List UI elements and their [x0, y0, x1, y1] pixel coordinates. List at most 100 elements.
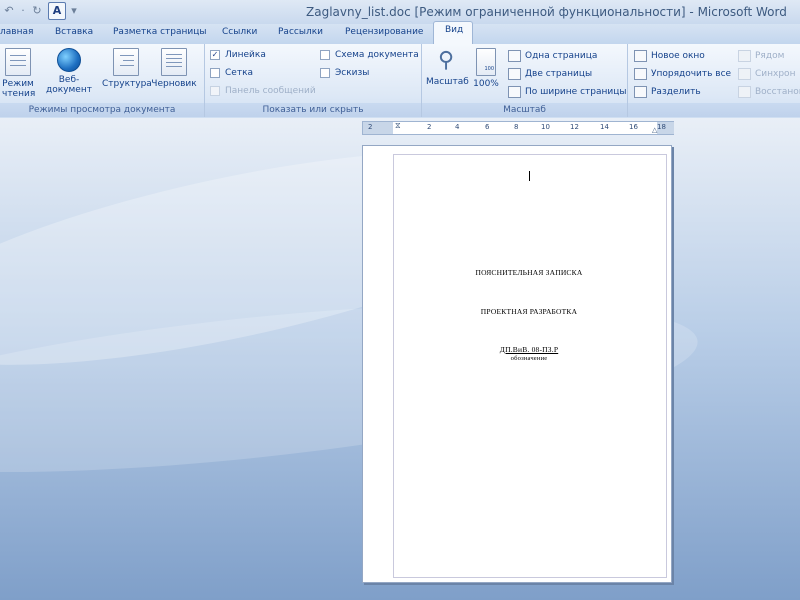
tab-home[interactable]: лавная — [0, 27, 33, 37]
quick-access-toolbar: ↶ · ↻ A ▾ — [2, 2, 82, 20]
side-by-side-button: Рядом — [738, 50, 784, 62]
tab-view[interactable]: Вид — [433, 21, 473, 46]
ruler-label: 14 — [600, 123, 609, 131]
ruler-label: 10 — [541, 123, 550, 131]
document-map-check-icon — [320, 50, 330, 60]
sync-scroll-icon — [738, 68, 751, 80]
reset-position-button: Восстанов — [738, 86, 800, 98]
redo-icon[interactable]: ↻ — [30, 4, 44, 18]
tab-review[interactable]: Рецензирование — [345, 27, 423, 37]
two-pages-icon — [508, 68, 521, 80]
document-code: ДП.ВиВ. 08-ПЗ.Р — [499, 345, 559, 354]
grid-label: Сетка — [225, 68, 254, 78]
zoom-100-label: 100% — [473, 79, 499, 89]
draft-label: Черновик — [151, 79, 197, 89]
document-code-caption: обозначение — [510, 355, 548, 362]
document-subheading: ПРОЕКТНАЯ РАЗРАБОТКА — [480, 307, 578, 316]
grid-check-icon — [210, 68, 220, 78]
web-document-label: Веб-документ — [46, 75, 92, 95]
ruler-label: 16 — [629, 123, 638, 131]
message-bar-label: Панель сообщений — [225, 86, 316, 96]
grid-checkbox[interactable]: Сетка — [210, 68, 253, 78]
group-document-views-label: Режимы просмотра документа — [0, 103, 204, 117]
web-document-icon — [57, 48, 81, 72]
zoom-100-button[interactable]: 100 100% — [472, 48, 500, 89]
reset-position-label: Восстанов — [755, 87, 800, 97]
group-window: Новое окно Упорядочить все Разделить Ряд… — [628, 44, 800, 117]
page-width-icon — [508, 86, 521, 98]
title-bar: ↶ · ↻ A ▾ Zaglavny_list.doc [Режим огран… — [0, 0, 800, 25]
arrange-all-label: Упорядочить все — [651, 69, 732, 79]
one-page-icon — [508, 50, 521, 62]
split-button[interactable]: Разделить — [634, 86, 701, 98]
tab-mailings[interactable]: Рассылки — [278, 27, 323, 37]
ruler-label: 2 — [427, 123, 432, 131]
ruler-label: 2 — [368, 123, 373, 131]
outline-label: Структура — [102, 79, 152, 89]
ruler-label: 12 — [570, 123, 579, 131]
ruler-label: 18 — [657, 123, 666, 131]
zoom-button[interactable]: ⚲ Масштаб — [426, 48, 469, 87]
arrange-all-icon — [634, 68, 647, 80]
right-indent-marker[interactable]: △ — [652, 126, 657, 134]
outline-button[interactable]: Структура — [102, 48, 152, 89]
reading-mode-button[interactable]: Режим чтения — [2, 48, 36, 99]
two-pages-button[interactable]: Две страницы — [508, 68, 592, 80]
split-icon — [634, 86, 647, 98]
sync-scroll-label: Синхрон — [755, 69, 796, 79]
document-map-checkbox[interactable]: Схема документа — [320, 50, 419, 60]
reading-mode-label: Режим чтения — [2, 79, 36, 99]
document-map-label: Схема документа — [335, 50, 419, 60]
one-page-label: Одна страница — [525, 51, 598, 61]
ruler-label: 6 — [485, 123, 490, 131]
window-title: Zaglavny_list.doc [Режим ограниченной фу… — [306, 5, 787, 19]
tab-references[interactable]: Ссылки — [222, 27, 257, 37]
new-window-label: Новое окно — [651, 51, 705, 61]
two-pages-label: Две страницы — [525, 69, 593, 79]
ruler-check-icon: ✓ — [210, 50, 220, 60]
ribbon: Режим чтения Веб-документ Структура Черн… — [0, 44, 800, 119]
draft-button[interactable]: Черновик — [150, 48, 198, 89]
tab-page-layout[interactable]: Разметка страницы — [113, 27, 207, 37]
undo-dropdown-icon[interactable]: · — [20, 4, 26, 18]
thumbnails-check-icon — [320, 68, 330, 78]
document-page[interactable] — [362, 145, 672, 583]
reading-mode-icon — [5, 48, 31, 76]
ribbon-tabs: лавная Вставка Разметка страницы Ссылки … — [0, 24, 800, 44]
document-heading: ПОЯСНИТЕЛЬНАЯ ЗАПИСКА — [475, 268, 583, 277]
horizontal-ruler[interactable]: 2 ⧖ 2 4 6 8 10 12 14 16 18 △ — [362, 121, 674, 135]
tab-view-label: Вид — [445, 25, 464, 35]
new-window-icon — [634, 50, 647, 62]
draft-icon — [161, 48, 187, 76]
sync-scroll-button: Синхрон — [738, 68, 795, 80]
group-window-label — [628, 103, 800, 117]
page-width-label: По ширине страницы — [525, 87, 627, 97]
thumbnails-checkbox[interactable]: Эскизы — [320, 68, 369, 78]
arrange-all-button[interactable]: Упорядочить все — [634, 68, 731, 80]
thumbnails-label: Эскизы — [335, 68, 370, 78]
page-width-button[interactable]: По ширине страницы — [508, 86, 626, 98]
group-show-hide: ✓ Линейка Сетка Панель сообщений Схема д… — [205, 44, 422, 117]
side-by-side-icon — [738, 50, 751, 62]
ruler-checkbox[interactable]: ✓ Линейка — [210, 50, 266, 60]
split-label: Разделить — [651, 87, 701, 97]
text-cursor — [529, 171, 530, 181]
message-bar-checkbox: Панель сообщений — [210, 86, 316, 96]
outline-icon — [113, 48, 139, 76]
message-bar-check-icon — [210, 86, 220, 96]
new-window-button[interactable]: Новое окно — [634, 50, 705, 62]
text-boundary — [393, 154, 667, 578]
group-document-views: Режим чтения Веб-документ Структура Черн… — [0, 44, 205, 117]
first-line-indent-marker[interactable]: ⧖ — [395, 121, 401, 131]
ruler-label: Линейка — [225, 50, 266, 60]
customize-dropdown-icon[interactable]: ▾ — [70, 4, 78, 18]
ruler-label: 4 — [455, 123, 460, 131]
reset-position-icon — [738, 86, 751, 98]
format-icon[interactable]: A — [48, 2, 66, 20]
web-document-button[interactable]: Веб-документ — [36, 48, 102, 95]
tab-insert[interactable]: Вставка — [55, 27, 93, 37]
one-page-button[interactable]: Одна страница — [508, 50, 597, 62]
page-100-icon: 100 — [476, 48, 496, 76]
undo-icon[interactable]: ↶ — [2, 4, 16, 18]
group-show-hide-label: Показать или скрыть — [205, 103, 421, 117]
